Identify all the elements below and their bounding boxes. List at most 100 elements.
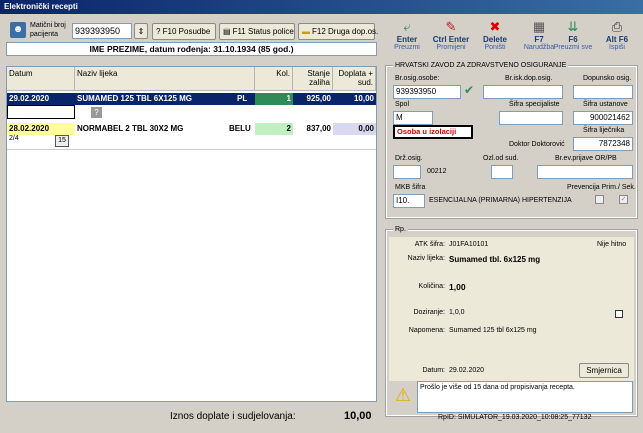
hzzo-title: HRVATSKI ZAVOD ZA ZDRAVSTVENO OSIGURANJE	[393, 62, 569, 69]
drz-osig-label: Drž.osig.	[395, 155, 423, 162]
ctrl-enter-key: Ctrl Enter	[432, 35, 470, 44]
nije-hitno: Nije hitno	[597, 241, 627, 248]
col-naziv[interactable]: Naziv lijeka	[75, 67, 255, 91]
doktor-input[interactable]: 7872348	[573, 137, 633, 151]
prevencija-prim-checkbox[interactable]	[595, 195, 604, 204]
druga-dop-label: F12 Druga dop.os.	[312, 27, 379, 36]
br-osig-input[interactable]: 939393950	[393, 85, 461, 99]
sifra-lij-label: Šifra liječnika	[583, 127, 625, 134]
drz-osig-value: 00212	[427, 168, 447, 175]
fraction: 2/4	[9, 135, 19, 142]
ctrl-enter-button[interactable]: ✎ Ctrl Enter Promijeni	[429, 20, 473, 60]
enter-icon: ⤶	[403, 19, 411, 34]
atk-label: ATK šifra:	[414, 241, 445, 248]
sifra-spec-input[interactable]	[499, 111, 563, 125]
printer-icon: ⎙	[611, 19, 623, 34]
delete-key: Delete	[482, 35, 507, 44]
dopunsko-label: Dopunsko osig.	[583, 75, 632, 82]
row-doplata: 0,00	[333, 123, 376, 135]
ozl-input[interactable]	[491, 165, 513, 179]
doziranje-label: Doziranje:	[413, 309, 445, 316]
row-kol: 1	[255, 93, 293, 105]
mkb-label: MKB šifra	[395, 184, 426, 191]
ozl-label: Ozl.od sud.	[483, 155, 519, 162]
order-icon: ▦	[532, 19, 546, 34]
main-window: ☻ Matični broj pacijenta 939393950 ⇕ ? F…	[0, 14, 643, 433]
smjernica-button[interactable]: Smjernica	[579, 363, 629, 378]
mkb-input[interactable]: I10.	[393, 194, 425, 208]
izolacija-badge: Osoba u izolaciji	[393, 125, 473, 139]
br-isk-label: Br.isk.dop.osig.	[505, 75, 553, 82]
spol-input[interactable]: M	[393, 111, 433, 125]
chevron-down-icon: ⇕	[137, 26, 145, 36]
atk-value: J01FA10101	[449, 241, 489, 248]
status-police-button[interactable]: ▤ F11 Status police	[219, 23, 295, 40]
br-ev-label: Br.ev.prijave OR/PB	[555, 155, 617, 162]
napomena-value: Sumamed 125 tbl 6x125 mg	[449, 327, 537, 334]
alt-f6-button[interactable]: ⎙ Alt F6 Ispiši	[595, 20, 639, 60]
kolicina-label: Količina:	[418, 283, 445, 290]
card-icon: ▬	[302, 27, 310, 36]
sifra-ust-input[interactable]: 900021462	[573, 111, 633, 125]
f7-label: Narudžba	[523, 44, 555, 51]
patient-icon: ☻	[10, 22, 26, 38]
warning-icon: ⚠	[394, 385, 412, 405]
alt-f6-label: Ispiši	[609, 44, 625, 51]
kolicina-value: 1,00	[449, 282, 466, 292]
row-datum: 28.02.2020	[7, 123, 75, 135]
sifra-ust-label: Šifra ustanove	[583, 101, 628, 108]
status-police-label: F11 Status police	[232, 27, 294, 36]
datum-value: 29.02.2020	[449, 367, 485, 374]
delete-label: Poništi	[484, 44, 506, 51]
br-isk-input[interactable]	[483, 85, 563, 99]
enter-button[interactable]: ⤶ Enter Preuzmi	[385, 20, 429, 60]
smjernica-label: Smjernica	[586, 366, 622, 375]
ctrl-enter-label: Promijeni	[436, 44, 466, 51]
rp-group: Rp. ATK šifra: J01FA10101 Nije hitno Naz…	[385, 226, 638, 417]
col-datum[interactable]: Datum	[7, 67, 75, 91]
prevencija-sek-checkbox[interactable]: ✓	[619, 195, 628, 204]
mbo-input[interactable]: 939393950	[72, 23, 132, 39]
col-stanje[interactable]: Stanje zaliha	[293, 67, 333, 91]
f6-button[interactable]: ⇊ F6 Preuzmi sve	[551, 20, 595, 60]
f6-label: Preuzmi sve	[553, 44, 593, 51]
download-all-icon: ⇊	[567, 19, 579, 34]
edit-cell[interactable]	[7, 105, 75, 119]
alt-f6-key: Alt F6	[605, 35, 629, 44]
row-datum: 29.02.2020	[9, 94, 50, 103]
rp-title: Rp.	[393, 226, 408, 233]
col-kol[interactable]: Kol.	[255, 67, 293, 91]
delete-button[interactable]: ✖ Delete Poništi	[473, 20, 517, 60]
row-doplata: 10,00	[353, 94, 374, 103]
hzzo-group: HRVATSKI ZAVOD ZA ZDRAVSTVENO OSIGURANJE…	[385, 62, 638, 219]
sifra-spec-label: Šifra specijaliste	[509, 101, 560, 108]
f6-key: F6	[568, 35, 578, 44]
prescription-grid[interactable]: Datum Naziv lijeka Kol. Stanje zaliha Do…	[6, 66, 377, 402]
table-row[interactable]: 29.02.2020 SUMAMED 125 TBL 6X125 MG PL 1…	[7, 93, 376, 105]
doktor-label: Doktor Doktorović	[509, 141, 565, 148]
doziranje-checkbox[interactable]	[615, 310, 623, 318]
window-title: Elektronički recepti	[0, 0, 643, 14]
br-osig-label: Br.osig.osobe:	[395, 75, 440, 82]
table-row[interactable]: 28.02.2020 NORMABEL 2 TBL 30X2 MG BELU 2…	[7, 123, 376, 135]
edit-icon: ✎	[445, 19, 457, 34]
iznos-value: 10,00	[344, 410, 372, 422]
naziv-value: Sumamed tbl. 6x125 mg	[449, 255, 541, 264]
drz-osig-input[interactable]	[393, 165, 421, 179]
count-badge[interactable]: 15	[55, 135, 69, 147]
enter-label: Preuzmi	[394, 44, 420, 51]
doziranje-value: 1,0,0	[449, 309, 465, 316]
row-divider	[7, 149, 376, 150]
row-oznaka: PL	[237, 94, 248, 103]
col-doplata[interactable]: Doplata + sud.	[333, 67, 376, 91]
mbo-dropdown-button[interactable]: ⇕	[134, 23, 148, 39]
row-stanje: 925,00	[306, 94, 331, 103]
posudbe-button[interactable]: ? F10 Posudbe	[152, 23, 216, 40]
druga-dop-button[interactable]: ▬ F12 Druga dop.os.	[298, 23, 379, 40]
dopunsko-input[interactable]	[573, 85, 633, 99]
mbo-label: Matični broj pacijenta	[30, 22, 66, 38]
help-icon[interactable]: ?	[91, 107, 102, 118]
napomena-label: Napomena:	[408, 327, 445, 334]
br-ev-input[interactable]	[537, 165, 633, 179]
warning-text: Prošlo je više od 15 dana od propisivanj…	[417, 381, 633, 413]
